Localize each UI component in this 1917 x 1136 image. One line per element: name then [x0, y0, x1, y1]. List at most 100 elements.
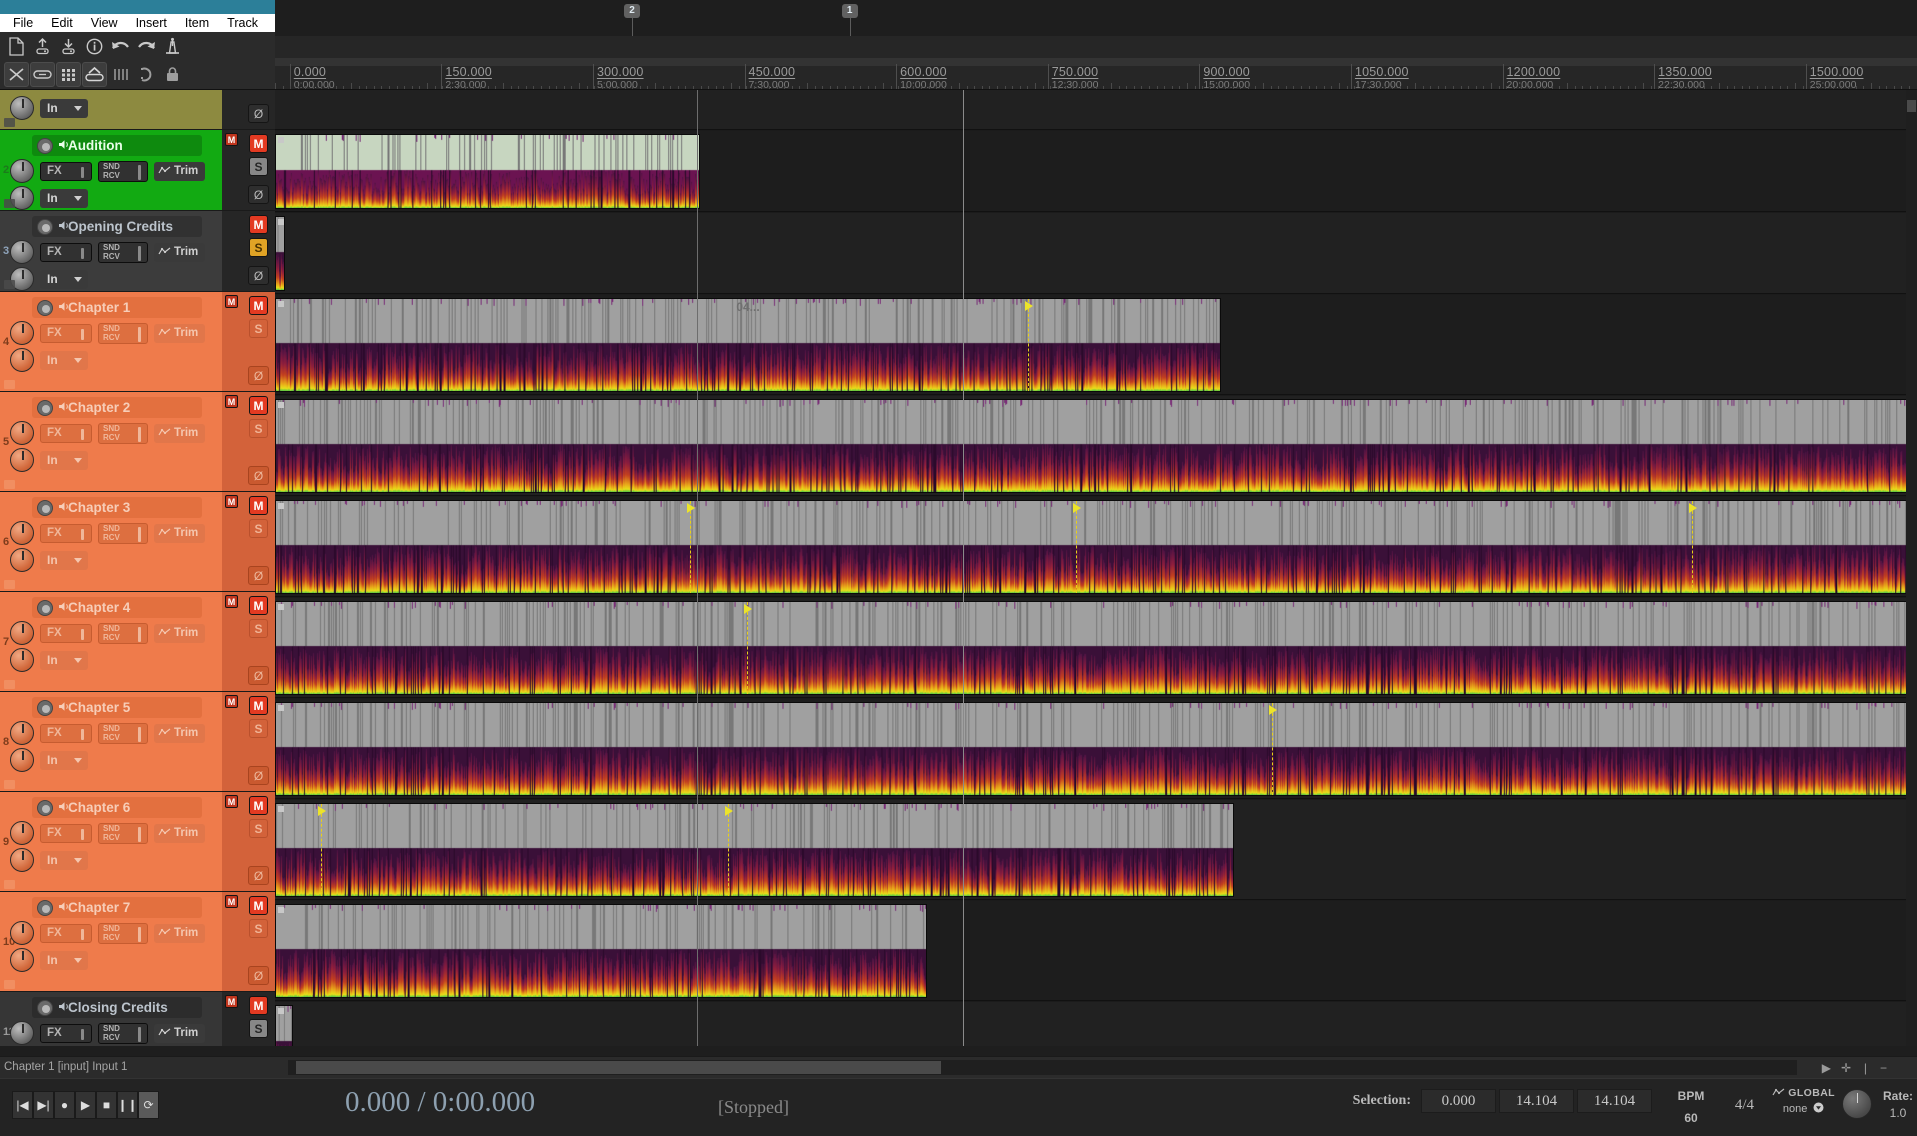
item-handle[interactable]	[278, 219, 284, 225]
track-name-field[interactable]: Audition	[32, 135, 202, 156]
phase-invert-button[interactable]: Ø	[248, 104, 269, 123]
track-pan-knob[interactable]	[10, 448, 34, 472]
track-mute-indicator[interactable]: M	[225, 133, 238, 146]
track-folder-toggle[interactable]	[4, 780, 15, 789]
track-name-field[interactable]: Chapter 4	[32, 597, 202, 618]
record-button[interactable]: ●	[54, 1091, 75, 1119]
zoom-in-icon[interactable]: ✛	[1841, 1061, 1851, 1075]
item-handle[interactable]	[278, 503, 284, 509]
phase-invert-button[interactable]: Ø	[248, 966, 269, 985]
snap-grid-icon[interactable]	[108, 62, 133, 87]
track-envelope-button[interactable]: Trim	[154, 623, 206, 643]
track-fx-button[interactable]: FX	[40, 523, 92, 543]
chevron-down-icon[interactable]	[74, 957, 82, 963]
project-settings-icon[interactable]	[82, 34, 107, 59]
go-to-start-button[interactable]: |◀	[12, 1091, 33, 1119]
menu-item-insert[interactable]: Insert	[127, 14, 176, 32]
media-item[interactable]	[275, 399, 1917, 493]
track-input-button[interactable]: In	[40, 188, 88, 208]
track-name-field[interactable]: Chapter 5	[32, 697, 202, 718]
track-routing-button[interactable]: SND RCV	[98, 1022, 148, 1044]
ripple-edit-icon[interactable]	[30, 62, 55, 87]
pause-button[interactable]: ❙❙	[117, 1091, 138, 1119]
track-name-field[interactable]: Chapter 1	[32, 297, 202, 318]
global-automation-group[interactable]: GLOBAL none	[1772, 1087, 1835, 1116]
track-name-field[interactable]: Chapter 7	[32, 897, 202, 918]
track-pan-knob[interactable]	[10, 648, 34, 672]
media-item[interactable]	[275, 601, 1917, 695]
track-volume-knob[interactable]	[10, 721, 34, 745]
track-panel[interactable]: In	[0, 90, 222, 130]
speaker-icon[interactable]	[58, 401, 71, 415]
track-routing-button[interactable]: SND RCV	[98, 322, 148, 344]
selection-end-field[interactable]: 14.104	[1499, 1089, 1574, 1113]
open-project-icon[interactable]	[30, 34, 55, 59]
phase-invert-button[interactable]: Ø	[248, 766, 269, 785]
menu-item-file[interactable]: File	[4, 14, 42, 32]
mute-button[interactable]: M	[249, 596, 268, 615]
arrange-view[interactable]: 04...	[275, 90, 1917, 1046]
track-folder-toggle[interactable]	[4, 580, 15, 589]
track-volume-knob[interactable]	[10, 240, 34, 264]
repeat-button[interactable]: ⟳	[138, 1091, 159, 1119]
track-pan-knob[interactable]	[10, 96, 34, 120]
media-item[interactable]	[275, 134, 700, 209]
solo-button[interactable]: S	[249, 419, 268, 438]
track-folder-toggle[interactable]	[4, 680, 15, 689]
menu-item-item[interactable]: Item	[176, 14, 218, 32]
mute-button[interactable]: M	[249, 896, 268, 915]
new-project-icon[interactable]	[4, 34, 29, 59]
global-automation-value[interactable]: none	[1772, 1102, 1835, 1116]
track-volume-knob[interactable]	[10, 321, 34, 345]
bpm-control[interactable]: BPM 60	[1665, 1085, 1717, 1129]
lock-icon[interactable]	[160, 62, 185, 87]
bpm-value[interactable]: 60	[1665, 1107, 1717, 1129]
stretch-marker[interactable]	[1073, 501, 1081, 593]
media-item[interactable]	[275, 803, 1234, 897]
go-to-end-button[interactable]: ▶|	[33, 1091, 54, 1119]
track-pan-knob[interactable]	[10, 548, 34, 572]
speaker-icon[interactable]	[58, 701, 71, 715]
track-envelope-button[interactable]: Trim	[154, 242, 206, 262]
track-volume-knob[interactable]	[10, 1021, 34, 1045]
selection-length-field[interactable]: 14.104	[1577, 1089, 1652, 1113]
arrange-lane[interactable]	[275, 213, 1917, 294]
track-folder-toggle[interactable]	[4, 380, 15, 389]
menu-item-track[interactable]: Track	[218, 14, 267, 32]
stretch-marker[interactable]	[1269, 703, 1277, 795]
record-arm-button[interactable]	[37, 299, 53, 316]
track-input-button[interactable]: In	[40, 750, 88, 770]
track-fx-button[interactable]: FX	[40, 923, 92, 943]
stop-button[interactable]: ■	[96, 1091, 117, 1119]
track-mute-indicator[interactable]: M	[225, 995, 238, 1008]
record-arm-button[interactable]	[37, 799, 53, 816]
record-arm-button[interactable]	[37, 699, 53, 716]
time-signature[interactable]: 4/4	[1735, 1097, 1754, 1114]
item-handle[interactable]	[278, 301, 284, 307]
edit-cursor[interactable]	[697, 90, 698, 1046]
track-input-button[interactable]: In	[40, 350, 88, 370]
stretch-marker[interactable]	[725, 804, 733, 896]
horizontal-scrollbar[interactable]	[288, 1060, 1797, 1075]
track-panel[interactable]: 9 Chapter 6 FX SND RCV Trim In	[0, 792, 222, 892]
play-scroll-icon[interactable]: ▶	[1822, 1061, 1831, 1075]
solo-button[interactable]: S	[249, 319, 268, 338]
track-mute-indicator[interactable]: M	[225, 495, 238, 508]
solo-button[interactable]: S	[249, 1019, 268, 1038]
record-arm-button[interactable]	[37, 599, 53, 616]
track-fx-button[interactable]: FX	[40, 242, 92, 262]
mute-button[interactable]: M	[249, 996, 268, 1015]
timeline-ruler[interactable]: 0.000 0:00.000 150.000 2:30.000 300.000 5:00.…	[275, 36, 1917, 90]
track-mute-indicator[interactable]: M	[225, 395, 238, 408]
mute-button[interactable]: M	[249, 696, 268, 715]
track-folder-toggle[interactable]	[4, 199, 15, 208]
record-arm-button[interactable]	[37, 137, 53, 154]
chevron-down-icon[interactable]	[1813, 1102, 1824, 1116]
track-input-button[interactable]: In	[40, 269, 88, 289]
track-envelope-button[interactable]: Trim	[154, 161, 206, 181]
speaker-icon[interactable]	[58, 1001, 71, 1015]
speaker-icon[interactable]	[58, 220, 71, 234]
chevron-down-icon[interactable]	[74, 276, 82, 282]
track-panel[interactable]: 8 Chapter 5 FX SND RCV Trim In	[0, 692, 222, 792]
track-envelope-button[interactable]: Trim	[154, 1023, 206, 1043]
